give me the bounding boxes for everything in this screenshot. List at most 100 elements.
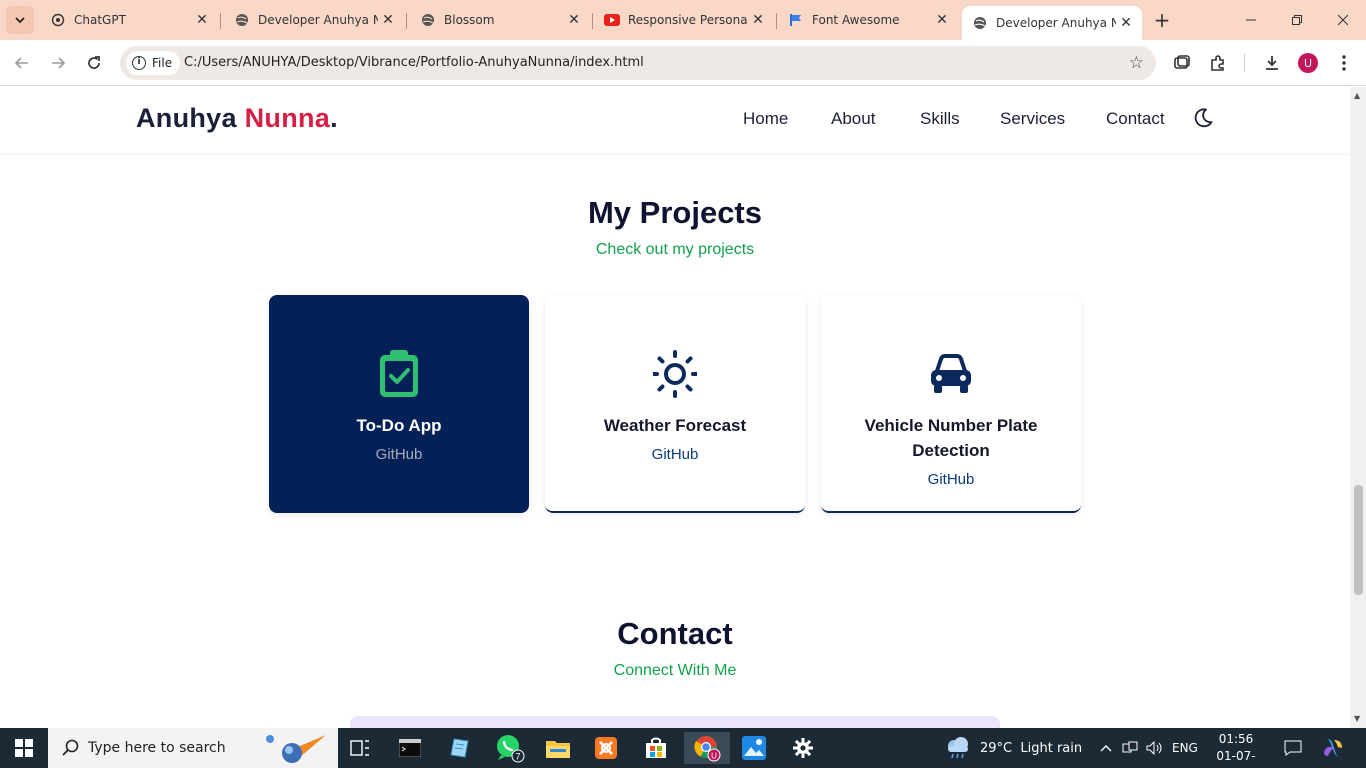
reload-button[interactable] [80, 49, 108, 77]
contact-form-panel [350, 716, 1000, 728]
task-view-icon[interactable] [340, 732, 380, 764]
photos-app-icon[interactable] [734, 732, 774, 764]
taskbar-search-box[interactable]: Type here to search [48, 728, 338, 768]
scrollbar-thumb[interactable] [1354, 485, 1363, 595]
windows-logo-icon [15, 739, 33, 757]
tab-search-icon[interactable] [1170, 51, 1194, 75]
nav-contact[interactable]: Contact [1106, 109, 1165, 129]
project-name: Weather Forecast [603, 416, 747, 435]
notepad-app-icon[interactable] [440, 732, 480, 764]
nav-home[interactable]: Home [743, 109, 788, 129]
project-card[interactable]: To-Do App GitHub [269, 295, 529, 513]
settings-gear-icon[interactable] [783, 732, 823, 764]
tab-separator [592, 13, 593, 29]
back-button[interactable] [8, 49, 36, 77]
car-icon [931, 354, 971, 393]
nav-services[interactable]: Services [1000, 109, 1065, 129]
search-icon [62, 739, 79, 756]
forward-button[interactable] [44, 49, 72, 77]
profile-avatar[interactable]: U [1298, 53, 1318, 73]
file-explorer-icon[interactable] [538, 732, 578, 764]
project-name: Vehicle Number Plate Detection [864, 416, 1038, 460]
chrome-icon[interactable]: U [684, 732, 730, 764]
bookmark-star-icon[interactable]: ☆ [1129, 53, 1144, 73]
minimize-button[interactable] [1228, 0, 1274, 40]
close-tab-icon[interactable]: ✕ [932, 10, 952, 30]
page-scrollbar[interactable]: ▲ ▼ [1350, 87, 1366, 728]
whatsapp-icon[interactable]: 7 [490, 732, 530, 764]
site-logo[interactable]: Anuhya Nunna. [136, 103, 338, 134]
address-bar[interactable]: i File C:/Users/ANUHYA/Desktop/Vibrance/… [120, 46, 1156, 80]
close-tab-icon[interactable]: ✕ [192, 10, 212, 30]
web-page: Anuhya Nunna. Home About Skills Services… [0, 87, 1350, 728]
github-link[interactable]: GitHub [545, 446, 805, 463]
close-tab-icon[interactable]: ✕ [1116, 13, 1136, 33]
tab-title: Font Awesome [812, 13, 900, 27]
close-tab-icon[interactable]: ✕ [748, 10, 768, 30]
arrow-left-icon [14, 57, 28, 69]
new-tab-button[interactable]: + [1150, 8, 1174, 32]
clipboard-check-icon [380, 350, 418, 397]
network-icon[interactable] [1122, 728, 1138, 768]
font-awesome-flag-icon [788, 12, 804, 28]
tab-strip: ChatGPT ✕ Developer Anuhya Nunna ✕ Bloss… [0, 0, 1366, 40]
tab-font-awesome[interactable]: Font Awesome ✕ [778, 6, 958, 34]
search-placeholder: Type here to search [88, 740, 226, 756]
logo-dot: . [330, 103, 338, 133]
browser-toolbar: i File C:/Users/ANUHYA/Desktop/Vibrance/… [0, 40, 1366, 86]
projects-title: My Projects [587, 195, 762, 230]
tab-search-button[interactable] [6, 6, 34, 34]
xampp-icon[interactable] [586, 732, 626, 764]
site-header: Anuhya Nunna. Home About Skills Services… [0, 87, 1350, 153]
menu-kebab-icon[interactable] [1332, 51, 1356, 75]
show-hidden-icons-chevron-icon[interactable] [1100, 728, 1112, 768]
moon-icon[interactable] [1192, 107, 1216, 131]
terminal-icon[interactable] [390, 732, 430, 764]
close-window-button[interactable] [1320, 0, 1366, 40]
github-link[interactable]: GitHub [269, 446, 529, 463]
tab-separator [406, 13, 407, 29]
language-indicator[interactable]: ENG [1172, 728, 1198, 768]
download-icon[interactable] [1260, 51, 1284, 75]
notifications-icon[interactable] [1284, 728, 1302, 768]
url-text[interactable]: C:/Users/ANUHYA/Desktop/Vibrance/Portfol… [184, 55, 644, 70]
volume-icon[interactable] [1146, 728, 1164, 768]
tab-responsive-portfolio[interactable]: Responsive Personal Portfolio ✕ [594, 6, 774, 34]
project-card[interactable]: Weather Forecast GitHub [545, 295, 805, 513]
projects-subtitle: Check out my projects [595, 241, 755, 258]
clock-date: 01-07-2024 [1216, 749, 1256, 780]
tab-developer-1[interactable]: Developer Anuhya Nunna ✕ [224, 6, 404, 34]
system-clock[interactable]: 01:56 01-07-2024 [1204, 731, 1268, 782]
scroll-up-arrow-icon[interactable]: ▲ [1354, 91, 1360, 100]
minimize-icon [1246, 19, 1256, 21]
close-tab-icon[interactable]: ✕ [564, 10, 584, 30]
sun-icon [653, 350, 697, 398]
project-name: To-Do App [356, 416, 442, 435]
search-highlight-comet-icon [266, 735, 326, 763]
windows-start-button[interactable] [0, 728, 48, 768]
weather-widget[interactable]: 29°C Light rain [944, 728, 1082, 768]
tab-separator [776, 13, 777, 29]
site-info-chip[interactable]: i File [126, 51, 181, 75]
tab-developer-active[interactable]: Developer Anuhya Nunna ✕ [962, 6, 1142, 40]
nav-about[interactable]: About [831, 109, 875, 129]
microsoft-store-icon[interactable] [636, 732, 676, 764]
tab-title: Blossom [444, 13, 495, 27]
project-card[interactable]: Vehicle Number Plate Detection GitHub [821, 295, 1081, 513]
tab-blossom[interactable]: Blossom ✕ [410, 6, 590, 34]
scroll-down-arrow-icon[interactable]: ▼ [1354, 714, 1360, 723]
tab-title: Responsive Personal Portfolio [628, 13, 748, 27]
contact-subtitle: Connect With Me [613, 662, 737, 679]
toolbar-divider [1244, 54, 1245, 72]
tab-chatgpt[interactable]: ChatGPT ✕ [40, 6, 218, 34]
close-tab-icon[interactable]: ✕ [378, 10, 398, 30]
globe-icon [972, 15, 988, 31]
copilot-icon[interactable] [1322, 728, 1344, 768]
restore-icon [1292, 15, 1302, 25]
github-link[interactable]: GitHub [821, 471, 1081, 488]
whatsapp-badge: 7 [515, 752, 520, 762]
youtube-icon [604, 12, 620, 28]
nav-skills[interactable]: Skills [920, 109, 960, 129]
restore-button[interactable] [1274, 0, 1320, 40]
extensions-puzzle-icon[interactable] [1206, 51, 1230, 75]
